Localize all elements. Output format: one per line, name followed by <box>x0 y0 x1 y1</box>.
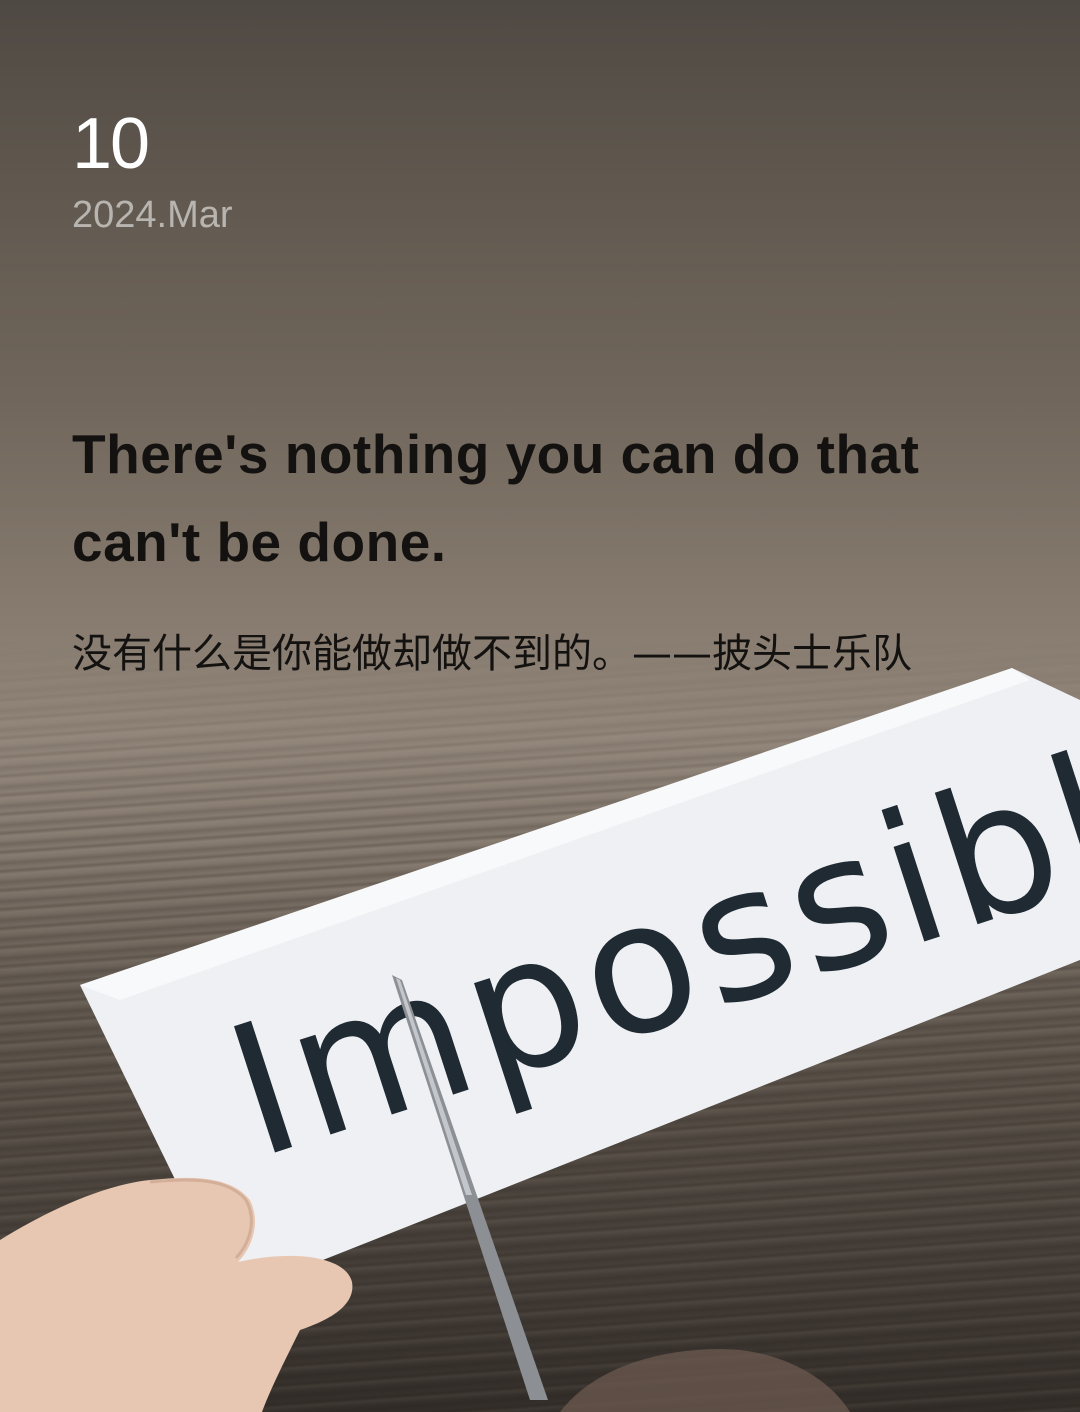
quote-chinese: 没有什么是你能做却做不到的。——披头士乐队 <box>72 631 912 677</box>
date-year-month: 2024.Mar <box>72 194 233 236</box>
daily-quote-card: Impossible 10 2024.Mar There's nothing y… <box>0 0 1080 1412</box>
quote-english: There's nothing you can do that can't be… <box>72 423 920 573</box>
date-day: 10 <box>72 104 150 184</box>
hand-right <box>560 1349 850 1412</box>
